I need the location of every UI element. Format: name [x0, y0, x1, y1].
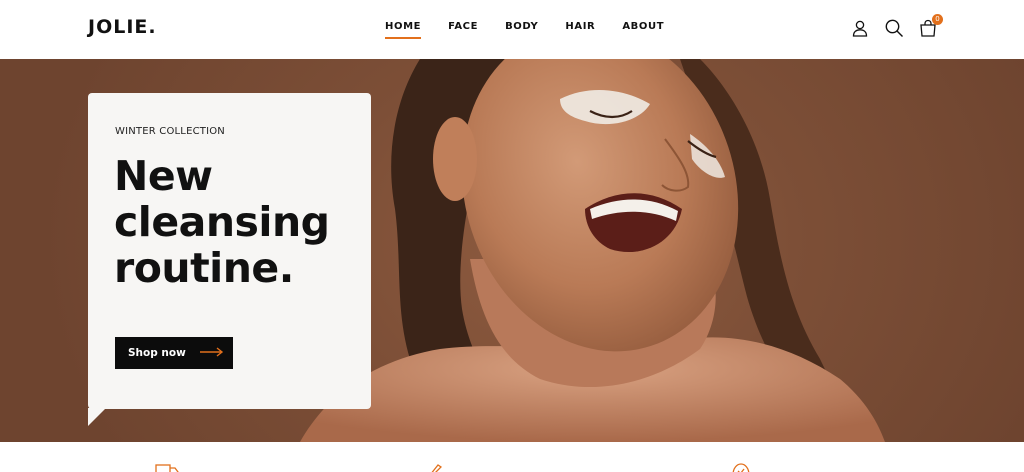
search-icon[interactable]: [884, 18, 904, 38]
nav-item-hair[interactable]: HAIR: [565, 21, 595, 39]
shopping-bag-icon[interactable]: 0: [918, 14, 943, 38]
brand-logo[interactable]: JOLIE.: [88, 16, 157, 38]
site-header: JOLIE. HOME FACE BODY HAIR ABOUT 0: [0, 0, 1024, 59]
nav-item-body[interactable]: BODY: [505, 21, 538, 39]
promo-card: WINTER COLLECTION New cleansing routine.…: [88, 93, 371, 409]
nav-item-about[interactable]: ABOUT: [622, 21, 664, 39]
hero-banner: WINTER COLLECTION New cleansing routine.…: [0, 59, 1024, 442]
pen-icon: [428, 462, 443, 472]
features-strip: [0, 442, 1024, 472]
headline-line-2: cleansing: [114, 198, 330, 246]
main-nav: HOME FACE BODY HAIR ABOUT: [385, 21, 664, 39]
check-circle-icon: [731, 462, 751, 472]
shop-now-label: Shop now: [128, 347, 186, 359]
truck-icon: [155, 462, 179, 472]
arrow-right-icon: [199, 344, 224, 362]
header-actions: 0: [850, 14, 943, 38]
user-icon[interactable]: [850, 18, 870, 38]
collection-eyebrow: WINTER COLLECTION: [115, 126, 225, 137]
cart-count-badge: 0: [932, 14, 943, 25]
headline-line-3: routine.: [114, 244, 294, 292]
nav-item-home[interactable]: HOME: [385, 21, 422, 39]
hero-headline: New cleansing routine.: [114, 153, 364, 291]
shop-now-button[interactable]: Shop now: [115, 337, 233, 369]
promo-card-tail: [88, 408, 106, 426]
headline-line-1: New: [114, 152, 213, 200]
nav-item-face[interactable]: FACE: [448, 21, 478, 39]
